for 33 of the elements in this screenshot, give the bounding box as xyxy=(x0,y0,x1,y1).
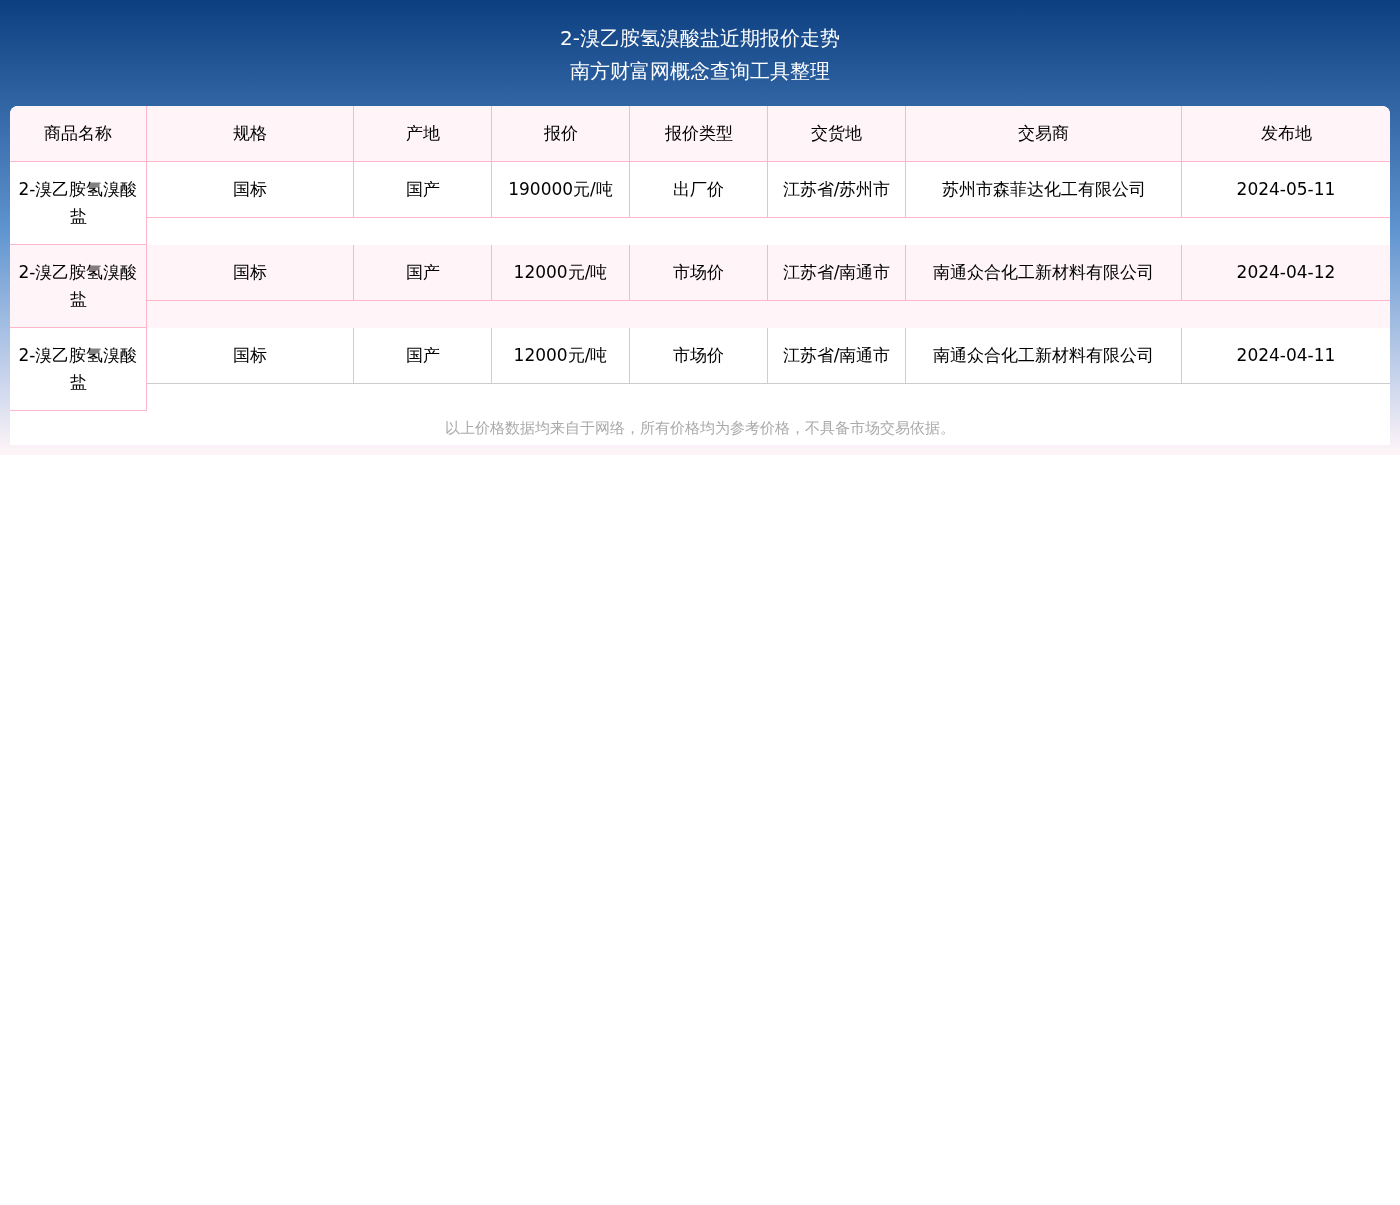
table-cell: 江苏省/南通市 xyxy=(768,328,906,383)
column-header: 报价类型 xyxy=(630,106,768,161)
column-header: 交易商 xyxy=(906,106,1182,161)
table-cell: 12000元/吨 xyxy=(492,245,630,300)
column-header: 发布地 xyxy=(1259,121,1313,145)
table-cell: 国标 xyxy=(147,245,354,300)
table-cell: 市场价 xyxy=(630,328,768,383)
table-cell: 2-溴乙胺氢溴酸盐 xyxy=(10,328,147,411)
table-cell: 市场价 xyxy=(630,245,768,300)
column-header: 交货地 xyxy=(768,106,906,161)
table-cell-text: 2024-04-12 xyxy=(1235,260,1337,284)
table-cell: 12000元/吨 xyxy=(492,328,630,383)
table-cell: 苏州市森菲达化工有限公司 xyxy=(906,162,1182,217)
column-header: 产地 xyxy=(354,106,492,161)
table-cell-text: 2024-04-11 xyxy=(1235,343,1337,367)
page-title: 2-溴乙胺氢溴酸盐近期报价走势 xyxy=(559,25,841,52)
page-subtitle: 南方财富网概念查询工具整理 xyxy=(569,58,831,85)
table-cell: 国标 xyxy=(147,328,354,383)
table-cell: 国产 xyxy=(354,162,492,217)
table-cell: 江苏省/苏州市 xyxy=(768,162,906,217)
column-header: 商品名称 xyxy=(10,106,147,161)
table-cell: 南通众合化工新材料有限公司 xyxy=(906,245,1182,300)
column-header: 报价 xyxy=(492,106,630,161)
table-cell: 南通众合化工新材料有限公司 xyxy=(906,328,1182,383)
table-cell: 出厂价 xyxy=(630,162,768,217)
table-cell-text: 2024-05-11 xyxy=(1235,177,1337,201)
column-header: 规格 xyxy=(147,106,354,161)
table-cell: 190000元/吨 xyxy=(492,162,630,217)
table-cell: 江苏省/南通市 xyxy=(768,245,906,300)
disclaimer-text: 以上价格数据均来自于网络，所有价格均为参考价格，不具备市场交易依据。 xyxy=(444,417,956,439)
table-cell: 国标 xyxy=(147,162,354,217)
table-cell: 国产 xyxy=(354,328,492,383)
table-cell: 国产 xyxy=(354,245,492,300)
